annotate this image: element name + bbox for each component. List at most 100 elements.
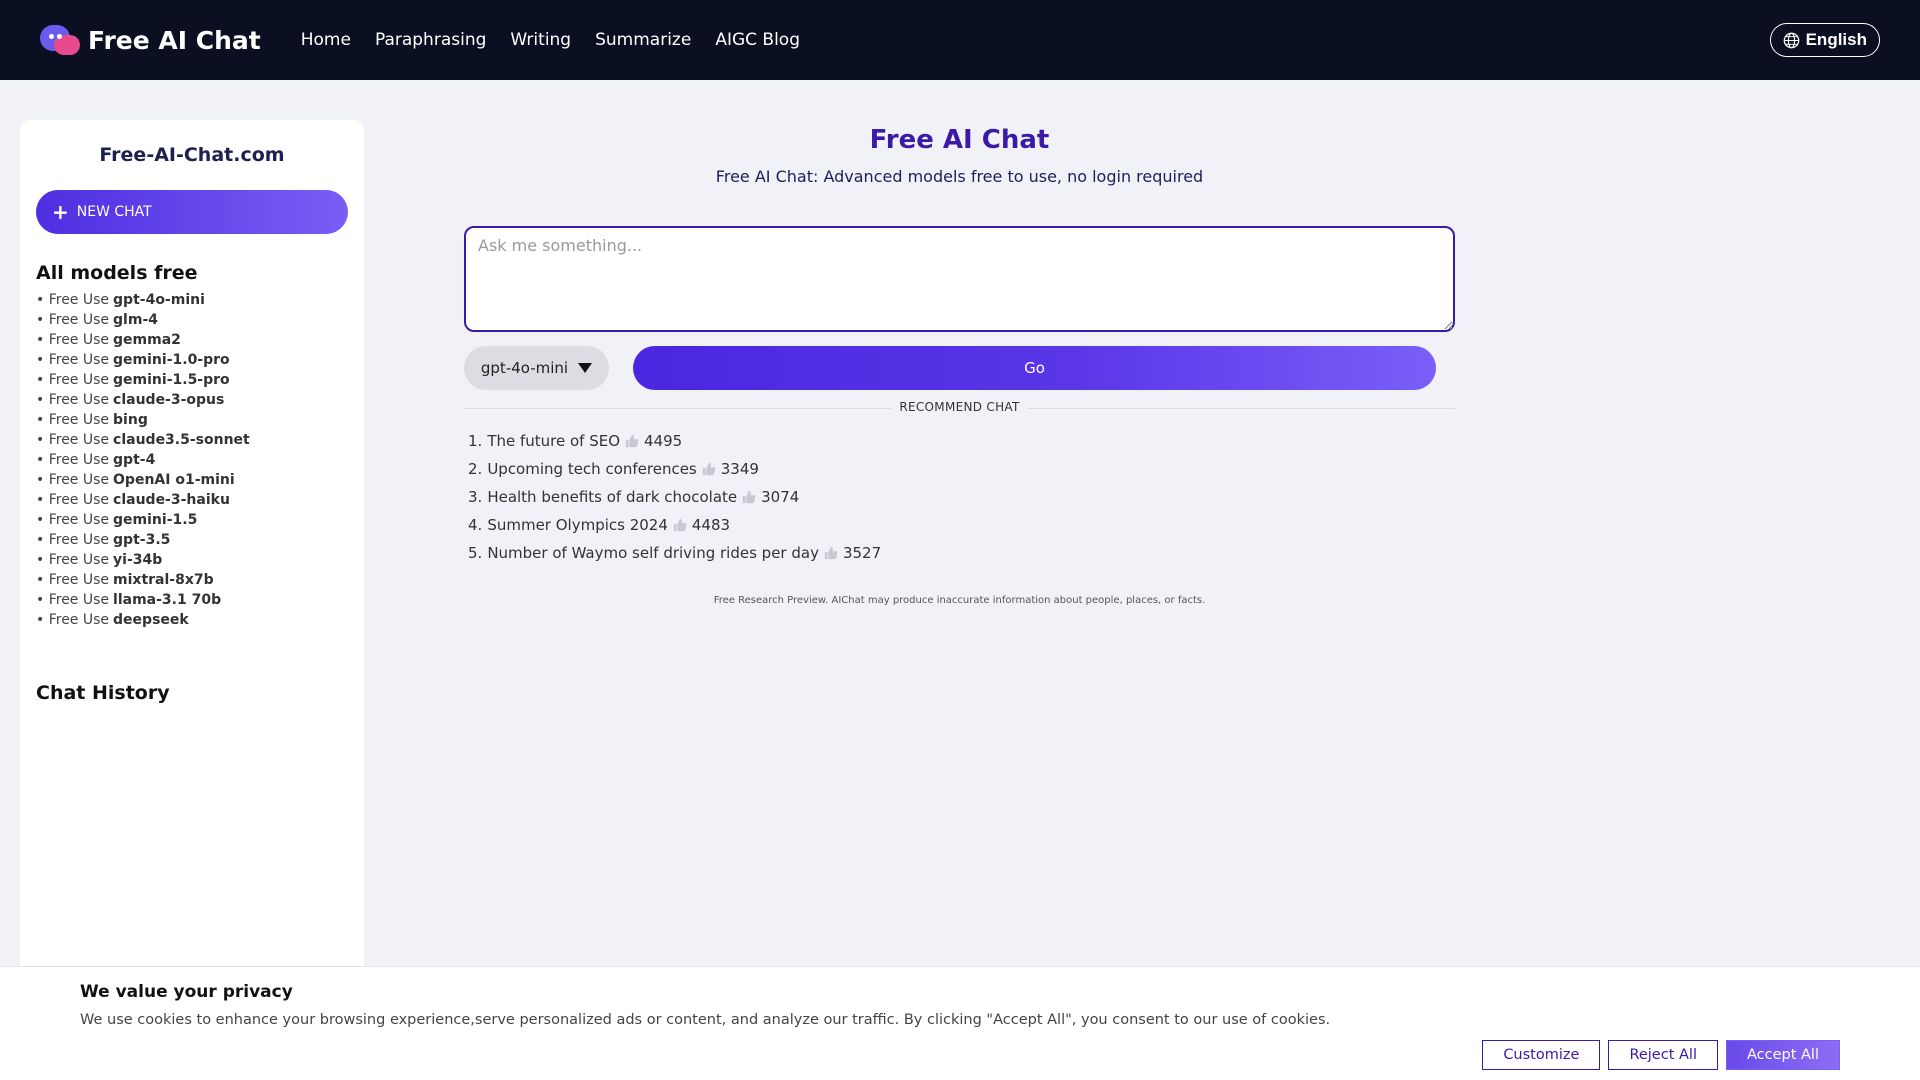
model-prefix: • Free Use xyxy=(36,572,110,588)
recommend-item[interactable]: 5. Number of Waymo self driving rides per… xyxy=(468,539,1455,567)
model-name: gpt-3.5 xyxy=(113,532,171,548)
cookie-buttons: Customize Reject All Accept All xyxy=(1482,1040,1840,1070)
language-label: English xyxy=(1805,30,1867,49)
logo-text: Free AI Chat xyxy=(88,25,261,55)
model-list-item: • Free Use claude-3-haiku xyxy=(36,490,348,510)
model-select[interactable]: gpt-4o-mini xyxy=(464,346,609,390)
sidebar: Free-AI-Chat.com + NEW CHAT All models f… xyxy=(20,120,364,1080)
recommend-likes: 4495 xyxy=(644,432,683,450)
nav-paraphrasing[interactable]: Paraphrasing xyxy=(375,30,486,50)
site-name: Free-AI-Chat.com xyxy=(99,144,285,166)
recommend-index: 2. xyxy=(468,460,483,478)
globe-icon xyxy=(1783,32,1799,48)
model-list-item: • Free Use gemini-1.5-pro xyxy=(36,370,348,390)
accept-all-button[interactable]: Accept All xyxy=(1725,1040,1840,1070)
nav-summarize[interactable]: Summarize xyxy=(595,30,691,50)
recommend-index: 3. xyxy=(468,488,483,506)
model-name: deepseek xyxy=(113,612,189,628)
recommend-item[interactable]: 4. Summer Olympics 2024 4483 xyxy=(468,511,1455,539)
model-list-item: • Free Use deepseek xyxy=(36,610,348,630)
model-select-value: gpt-4o-mini xyxy=(480,359,569,377)
model-prefix: • Free Use xyxy=(36,432,110,448)
model-prefix: • Free Use xyxy=(36,312,110,328)
page-subtitle: Free AI Chat: Advanced models free to us… xyxy=(715,167,1204,186)
thumbs-up-icon xyxy=(742,490,756,504)
model-name: gemma2 xyxy=(113,332,181,348)
model-prefix: • Free Use xyxy=(36,512,110,528)
model-name: gemini-1.5 xyxy=(113,512,198,528)
customize-button[interactable]: Customize xyxy=(1482,1040,1601,1070)
model-list-item: • Free Use OpenAI o1-mini xyxy=(36,470,348,490)
chat-bubbles-icon xyxy=(40,23,80,57)
new-chat-button[interactable]: + NEW CHAT xyxy=(36,190,348,234)
model-list-item: • Free Use gemma2 xyxy=(36,330,348,350)
model-list-item: • Free Use claude-3-opus xyxy=(36,390,348,410)
model-name: gpt-4o-mini xyxy=(113,292,205,308)
model-prefix: • Free Use xyxy=(36,332,110,348)
model-prefix: • Free Use xyxy=(36,392,110,408)
model-list-item: • Free Use gemini-1.0-pro xyxy=(36,350,348,370)
nav-home[interactable]: Home xyxy=(301,30,351,50)
model-name: gemini-1.5-pro xyxy=(113,372,230,388)
model-list-item: • Free Use bing xyxy=(36,410,348,430)
disclaimer: Free Research Preview. AIChat may produc… xyxy=(713,595,1206,606)
recommend-text: The future of SEO xyxy=(487,432,621,450)
model-name: gpt-4 xyxy=(113,452,156,468)
recommend-item[interactable]: 1. The future of SEO 4495 xyxy=(468,427,1455,455)
thumbs-up-icon xyxy=(673,518,687,532)
chat-input[interactable] xyxy=(464,226,1455,332)
model-list-item: • Free Use yi-34b xyxy=(36,550,348,570)
recommend-item[interactable]: 3. Health benefits of dark chocolate 3074 xyxy=(468,483,1455,511)
new-chat-label: NEW CHAT xyxy=(76,204,152,220)
model-list-item: • Free Use gemini-1.5 xyxy=(36,510,348,530)
model-prefix: • Free Use xyxy=(36,552,110,568)
reject-all-button[interactable]: Reject All xyxy=(1608,1040,1718,1070)
model-list-item: • Free Use mixtral-8x7b xyxy=(36,570,348,590)
main-nav: Home Paraphrasing Writing Summarize AIGC… xyxy=(301,30,800,50)
recommend-likes: 3527 xyxy=(842,544,882,562)
recommend-likes: 3349 xyxy=(720,460,759,478)
recommend-label: RECOMMEND CHAT xyxy=(891,400,1028,414)
recommend-divider: RECOMMEND CHAT xyxy=(464,400,1455,414)
models-heading: All models free xyxy=(36,262,198,284)
recommend-index: 1. xyxy=(468,432,483,450)
model-name: gemini-1.0-pro xyxy=(113,352,230,368)
model-prefix: • Free Use xyxy=(36,532,110,548)
recommend-list: 1. The future of SEO 4495 2. Upcoming tech c… xyxy=(464,427,1455,567)
model-list-item: • Free Use claude3.5-sonnet xyxy=(36,430,348,450)
model-name: claude-3-opus xyxy=(113,392,225,408)
model-name: mixtral-8x7b xyxy=(113,572,214,588)
model-list-item: • Free Use gpt-4 xyxy=(36,450,348,470)
recommend-text: Number of Waymo self driving rides per d… xyxy=(487,544,819,562)
main-content: Free AI Chat Free AI Chat: Advanced mode… xyxy=(464,120,1455,606)
chat-history-heading: Chat History xyxy=(36,682,170,704)
plus-icon: + xyxy=(52,200,69,224)
model-name: glm-4 xyxy=(113,312,158,328)
recommend-likes: 4483 xyxy=(691,516,731,534)
model-prefix: • Free Use xyxy=(36,292,110,308)
model-list-item: • Free Use llama-3.1 70b xyxy=(36,590,348,610)
recommend-item[interactable]: 2. Upcoming tech conferences 3349 xyxy=(468,455,1455,483)
thumbs-up-icon xyxy=(702,462,716,476)
site-logo[interactable]: Free AI Chat xyxy=(40,23,261,57)
model-name: OpenAI o1-mini xyxy=(113,472,235,488)
go-button[interactable]: Go xyxy=(633,346,1436,390)
model-list-item: • Free Use gpt-4o-mini xyxy=(36,290,348,310)
model-prefix: • Free Use xyxy=(36,612,110,628)
cookie-title: We value your privacy xyxy=(80,982,293,1002)
page-title: Free AI Chat xyxy=(869,125,1050,155)
recommend-index: 4. xyxy=(468,516,483,534)
model-name: bing xyxy=(113,412,148,428)
model-prefix: • Free Use xyxy=(36,592,110,608)
nav-writing[interactable]: Writing xyxy=(510,30,571,50)
model-prefix: • Free Use xyxy=(36,452,110,468)
model-name: claude-3-haiku xyxy=(113,492,230,508)
model-name: llama-3.1 70b xyxy=(113,592,222,608)
nav-aigc-blog[interactable]: AIGC Blog xyxy=(715,30,800,50)
recommend-text: Health benefits of dark chocolate xyxy=(487,488,738,506)
model-prefix: • Free Use xyxy=(36,372,110,388)
chat-controls: gpt-4o-mini Go xyxy=(464,346,1455,390)
model-name: yi-34b xyxy=(113,552,163,568)
language-button[interactable]: English xyxy=(1769,23,1880,57)
model-list-item: • Free Use gpt-3.5 xyxy=(36,530,348,550)
